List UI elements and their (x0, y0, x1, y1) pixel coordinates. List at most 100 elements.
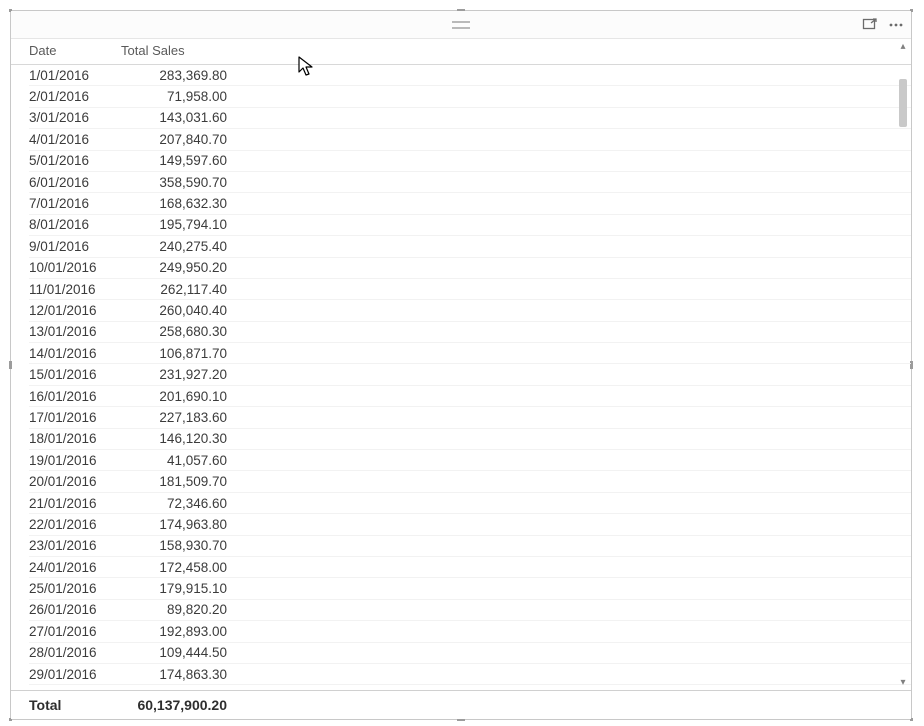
table-visual[interactable]: Date Total Sales 1/01/2016283,369.802/01… (10, 10, 912, 720)
table-row[interactable]: 17/01/2016227,183.60 (29, 407, 911, 428)
visual-header-actions (861, 11, 905, 38)
table-row[interactable]: 2/01/201671,958.00 (29, 86, 911, 107)
cell-sales: 262,117.40 (121, 282, 233, 297)
cell-sales: 41,057.60 (121, 453, 233, 468)
table-row[interactable]: 12/01/2016260,040.40 (29, 300, 911, 321)
cell-date: 5/01/2016 (29, 153, 121, 168)
cell-date: 13/01/2016 (29, 324, 121, 339)
cell-sales: 231,927.20 (121, 367, 233, 382)
column-header-date[interactable]: Date (29, 43, 121, 58)
drag-grip-icon[interactable] (452, 21, 470, 29)
visual-header (11, 11, 911, 39)
cell-date: 22/01/2016 (29, 517, 121, 532)
cell-sales: 143,031.60 (121, 110, 233, 125)
cell-sales: 168,632.30 (121, 196, 233, 211)
table-row[interactable]: 29/01/2016174,863.30 (29, 664, 911, 685)
vertical-scrollbar[interactable]: ▴ ▾ (897, 41, 909, 689)
cell-sales: 258,680.30 (121, 324, 233, 339)
table-row[interactable]: 15/01/2016231,927.20 (29, 364, 911, 385)
cell-date: 18/01/2016 (29, 431, 121, 446)
cell-date: 12/01/2016 (29, 303, 121, 318)
cell-sales: 146,120.30 (121, 431, 233, 446)
cell-date: 14/01/2016 (29, 346, 121, 361)
cell-sales: 358,590.70 (121, 175, 233, 190)
table-row[interactable]: 19/01/201641,057.60 (29, 450, 911, 471)
column-headers: Date Total Sales (11, 39, 911, 65)
cell-sales: 109,444.50 (121, 645, 233, 660)
table-row[interactable]: 4/01/2016207,840.70 (29, 129, 911, 150)
cell-date: 17/01/2016 (29, 410, 121, 425)
cell-date: 1/01/2016 (29, 68, 121, 83)
table-row[interactable]: 21/01/201672,346.60 (29, 493, 911, 514)
table-row[interactable]: 3/01/2016143,031.60 (29, 108, 911, 129)
cell-date: 7/01/2016 (29, 196, 121, 211)
cell-sales: 158,930.70 (121, 538, 233, 553)
cell-date: 16/01/2016 (29, 389, 121, 404)
table-row[interactable]: 16/01/2016201,690.10 (29, 386, 911, 407)
table-row[interactable]: 20/01/2016181,509.70 (29, 471, 911, 492)
cell-date: 24/01/2016 (29, 560, 121, 575)
cell-sales: 172,458.00 (121, 560, 233, 575)
cell-sales: 201,690.10 (121, 389, 233, 404)
table-row[interactable]: 6/01/2016358,590.70 (29, 172, 911, 193)
cell-sales: 181,509.70 (121, 474, 233, 489)
table-row[interactable]: 27/01/2016192,893.00 (29, 621, 911, 642)
cell-date: 2/01/2016 (29, 89, 121, 104)
table-row[interactable]: 28/01/2016109,444.50 (29, 643, 911, 664)
table-row[interactable]: 13/01/2016258,680.30 (29, 322, 911, 343)
more-options-icon[interactable] (887, 16, 905, 34)
cell-date: 6/01/2016 (29, 175, 121, 190)
cell-sales: 106,871.70 (121, 346, 233, 361)
cell-sales: 72,346.60 (121, 496, 233, 511)
cell-sales: 240,275.40 (121, 239, 233, 254)
table-row[interactable]: 11/01/2016262,117.40 (29, 279, 911, 300)
total-label: Total (29, 697, 121, 713)
table-row[interactable]: 18/01/2016146,120.30 (29, 429, 911, 450)
cell-date: 26/01/2016 (29, 602, 121, 617)
cell-date: 25/01/2016 (29, 581, 121, 596)
cell-date: 21/01/2016 (29, 496, 121, 511)
cell-sales: 249,950.20 (121, 260, 233, 275)
cell-date: 10/01/2016 (29, 260, 121, 275)
table-row[interactable]: 8/01/2016195,794.10 (29, 215, 911, 236)
scroll-thumb[interactable] (899, 79, 907, 127)
table-row[interactable]: 1/01/2016283,369.80 (29, 65, 911, 86)
cell-sales: 89,820.20 (121, 602, 233, 617)
cell-date: 20/01/2016 (29, 474, 121, 489)
scroll-track[interactable] (899, 55, 907, 675)
table-row[interactable]: 26/01/201689,820.20 (29, 600, 911, 621)
column-header-sales[interactable]: Total Sales (121, 43, 233, 58)
cell-sales: 149,597.60 (121, 153, 233, 168)
table-row[interactable]: 5/01/2016149,597.60 (29, 151, 911, 172)
cell-sales: 174,963.80 (121, 517, 233, 532)
table-area: Date Total Sales 1/01/2016283,369.802/01… (11, 39, 911, 719)
total-value: 60,137,900.20 (121, 697, 233, 713)
cell-sales: 179,915.10 (121, 581, 233, 596)
table-row[interactable]: 25/01/2016179,915.10 (29, 578, 911, 599)
table-row[interactable]: 24/01/2016172,458.00 (29, 557, 911, 578)
cell-date: 8/01/2016 (29, 217, 121, 232)
table-row[interactable]: 9/01/2016240,275.40 (29, 236, 911, 257)
cell-date: 9/01/2016 (29, 239, 121, 254)
cell-sales: 195,794.10 (121, 217, 233, 232)
cell-date: 23/01/2016 (29, 538, 121, 553)
cell-date: 3/01/2016 (29, 110, 121, 125)
table-body[interactable]: 1/01/2016283,369.802/01/201671,958.003/0… (11, 65, 911, 690)
cell-sales: 71,958.00 (121, 89, 233, 104)
table-row[interactable]: 14/01/2016106,871.70 (29, 343, 911, 364)
table-row[interactable]: 7/01/2016168,632.30 (29, 193, 911, 214)
cell-sales: 207,840.70 (121, 132, 233, 147)
cell-date: 27/01/2016 (29, 624, 121, 639)
cell-date: 19/01/2016 (29, 453, 121, 468)
table-row[interactable]: 22/01/2016174,963.80 (29, 514, 911, 535)
scroll-down-arrow-icon[interactable]: ▾ (897, 677, 909, 689)
cell-date: 28/01/2016 (29, 645, 121, 660)
cell-sales: 192,893.00 (121, 624, 233, 639)
scroll-up-arrow-icon[interactable]: ▴ (897, 41, 909, 53)
cell-date: 15/01/2016 (29, 367, 121, 382)
cell-sales: 174,863.30 (121, 667, 233, 682)
focus-mode-icon[interactable] (861, 16, 879, 34)
cell-sales: 283,369.80 (121, 68, 233, 83)
table-row[interactable]: 23/01/2016158,930.70 (29, 536, 911, 557)
table-row[interactable]: 10/01/2016249,950.20 (29, 258, 911, 279)
